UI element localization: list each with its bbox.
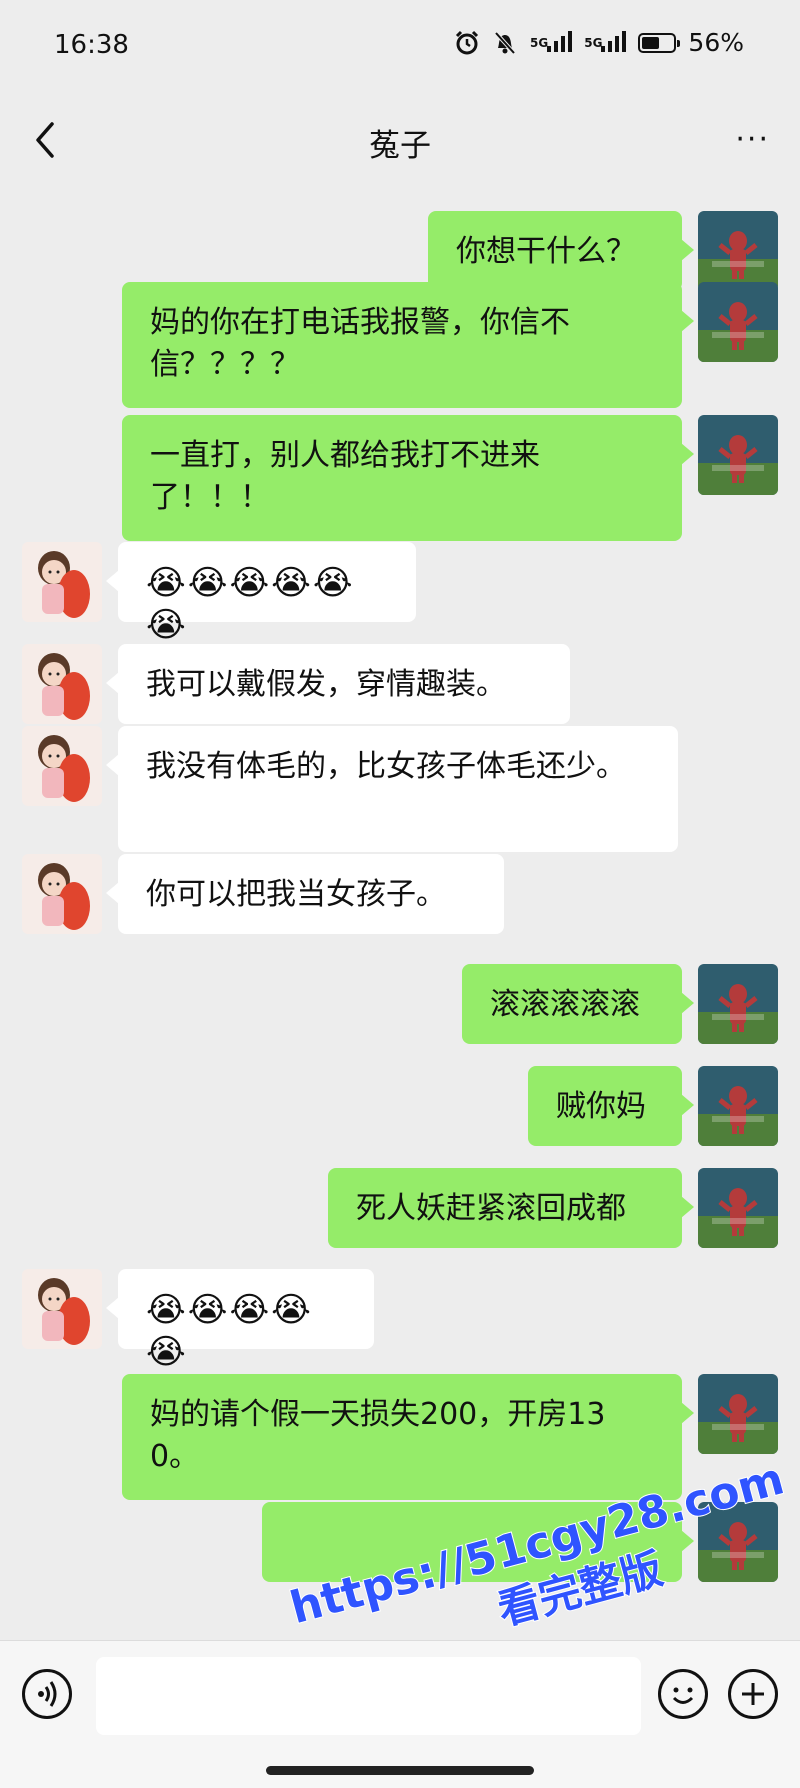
received-message: 😭😭😭😭😭😭 [0,542,800,645]
message-bubble[interactable]: 你可以把我当女孩子。 [106,854,504,934]
sent-message: 你想干什么？ [0,211,800,291]
alarm-icon [455,30,479,54]
sent-message: 贼你妈 [0,1066,800,1146]
my-avatar[interactable] [698,1502,778,1582]
battery-percent: 56% [688,28,744,57]
message-bubble[interactable]: 😭😭😭😭😭 [106,1269,374,1372]
home-indicator[interactable] [266,1766,534,1775]
plus-icon [742,1683,764,1705]
message-bubble[interactable] [262,1502,694,1582]
sent-message: 死人妖赶紧滚回成都 [0,1168,800,1248]
message-bubble[interactable]: 妈的请个假一天损失200，开房130。 [122,1374,694,1500]
message-list[interactable]: 你想干什么？ 妈的你在打电话我报警，你信不信？？？？ 一直打，别人都给我打不进来了！… [0,192,800,1640]
sent-message: 妈的你在打电话我报警，你信不信？？？？ [0,282,800,408]
voice-input-button[interactable] [22,1669,72,1719]
status-bar: 16:38 5G 5G 56% [0,0,800,92]
message-bubble[interactable]: 贼你妈 [528,1066,694,1146]
sent-message [0,1502,800,1582]
my-avatar[interactable] [698,964,778,1044]
status-icons: 5G 5G 56% [454,28,744,57]
emoji-button[interactable] [658,1669,708,1719]
message-bubble[interactable]: 你想干什么？ [428,211,694,291]
message-bubble[interactable]: 一直打，别人都给我打不进来了！！！ [122,415,694,541]
received-message: 你可以把我当女孩子。 [0,854,800,934]
contact-avatar[interactable] [22,726,102,806]
add-attachment-button[interactable] [728,1669,778,1719]
contact-avatar[interactable] [22,644,102,724]
message-bubble[interactable]: 死人妖赶紧滚回成都 [328,1168,694,1248]
contact-avatar[interactable] [22,542,102,622]
received-message: 我没有体毛的，比女孩子体毛还少。 [0,726,800,852]
sent-message: 妈的请个假一天损失200，开房130。 [0,1374,800,1500]
message-bubble[interactable]: 😭😭😭😭😭😭 [106,542,416,645]
chat-header: 菟子 ··· [0,92,800,192]
message-input[interactable] [96,1657,641,1735]
contact-avatar[interactable] [22,1269,102,1349]
contact-avatar[interactable] [22,854,102,934]
voice-icon [38,1681,57,1707]
signal-5g-icon: 5G [530,30,573,52]
more-options-icon[interactable]: ··· [735,122,770,157]
my-avatar[interactable] [698,282,778,362]
my-avatar[interactable] [698,1066,778,1146]
my-avatar[interactable] [698,415,778,495]
message-bubble[interactable]: 滚滚滚滚滚 [462,964,694,1044]
battery-icon [638,32,681,53]
received-message: 我可以戴假发，穿情趣装。 [0,644,800,724]
message-bubble[interactable]: 我没有体毛的，比女孩子体毛还少。 [106,726,678,852]
input-bar [0,1640,800,1788]
mute-bell-icon [494,31,516,54]
sent-message: 一直打，别人都给我打不进来了！！！ [0,415,800,541]
message-bubble[interactable]: 妈的你在打电话我报警，你信不信？？？？ [122,282,694,408]
smiley-icon [672,1687,694,1704]
my-avatar[interactable] [698,1168,778,1248]
received-message: 😭😭😭😭😭 [0,1269,800,1372]
message-bubble[interactable]: 我可以戴假发，穿情趣装。 [106,644,570,724]
chat-title: 菟子 [369,128,431,164]
signal-5g-secondary-icon: 5G [584,30,627,52]
my-avatar[interactable] [698,1374,778,1454]
sent-message: 滚滚滚滚滚 [0,964,800,1044]
my-avatar[interactable] [698,211,778,291]
clock: 16:38 [54,30,129,60]
